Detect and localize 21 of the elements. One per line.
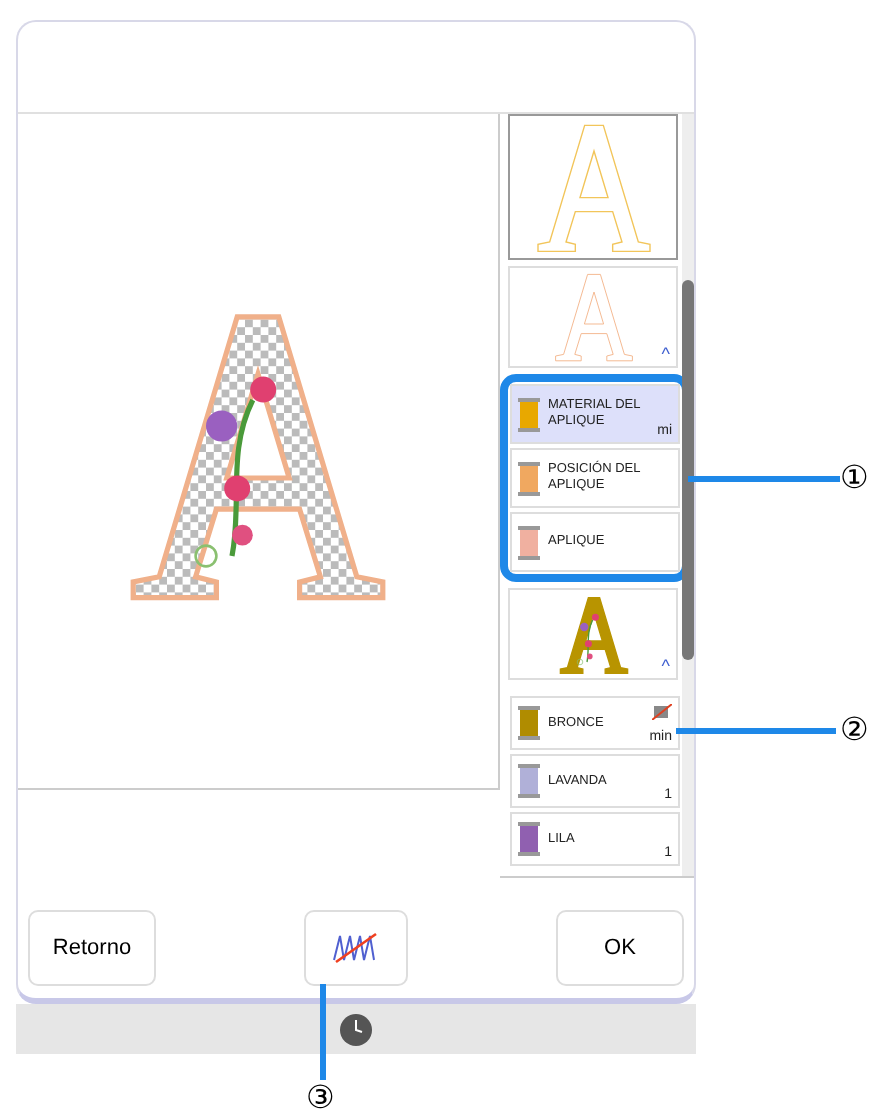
text-button[interactable]: OK [556, 910, 684, 986]
thread-spool-icon [518, 764, 540, 798]
callout-number: ③ [306, 1082, 335, 1114]
caret-icon: ^ [661, 344, 670, 365]
leader-line [320, 984, 326, 1080]
thread-spool-icon [518, 397, 540, 432]
caret-icon: ^ [661, 656, 670, 676]
thread-spool-icon [518, 822, 540, 856]
callout-number: ② [840, 714, 869, 746]
callout-number: ① [840, 462, 869, 494]
pattern-preview[interactable]: ^ [508, 265, 678, 369]
zigzag-stitch-icon [332, 932, 380, 964]
thread-spool-icon [518, 706, 540, 740]
pattern-preview[interactable]: ^ [508, 588, 678, 680]
clock-icon [340, 1013, 372, 1045]
stitch-toggle-button[interactable] [304, 910, 408, 986]
thread-spool-icon [518, 461, 540, 496]
text-button[interactable]: Retorno [28, 910, 156, 986]
thread-spool-icon [518, 525, 540, 560]
pattern-preview[interactable] [508, 114, 678, 260]
scrollbar[interactable] [682, 114, 694, 876]
